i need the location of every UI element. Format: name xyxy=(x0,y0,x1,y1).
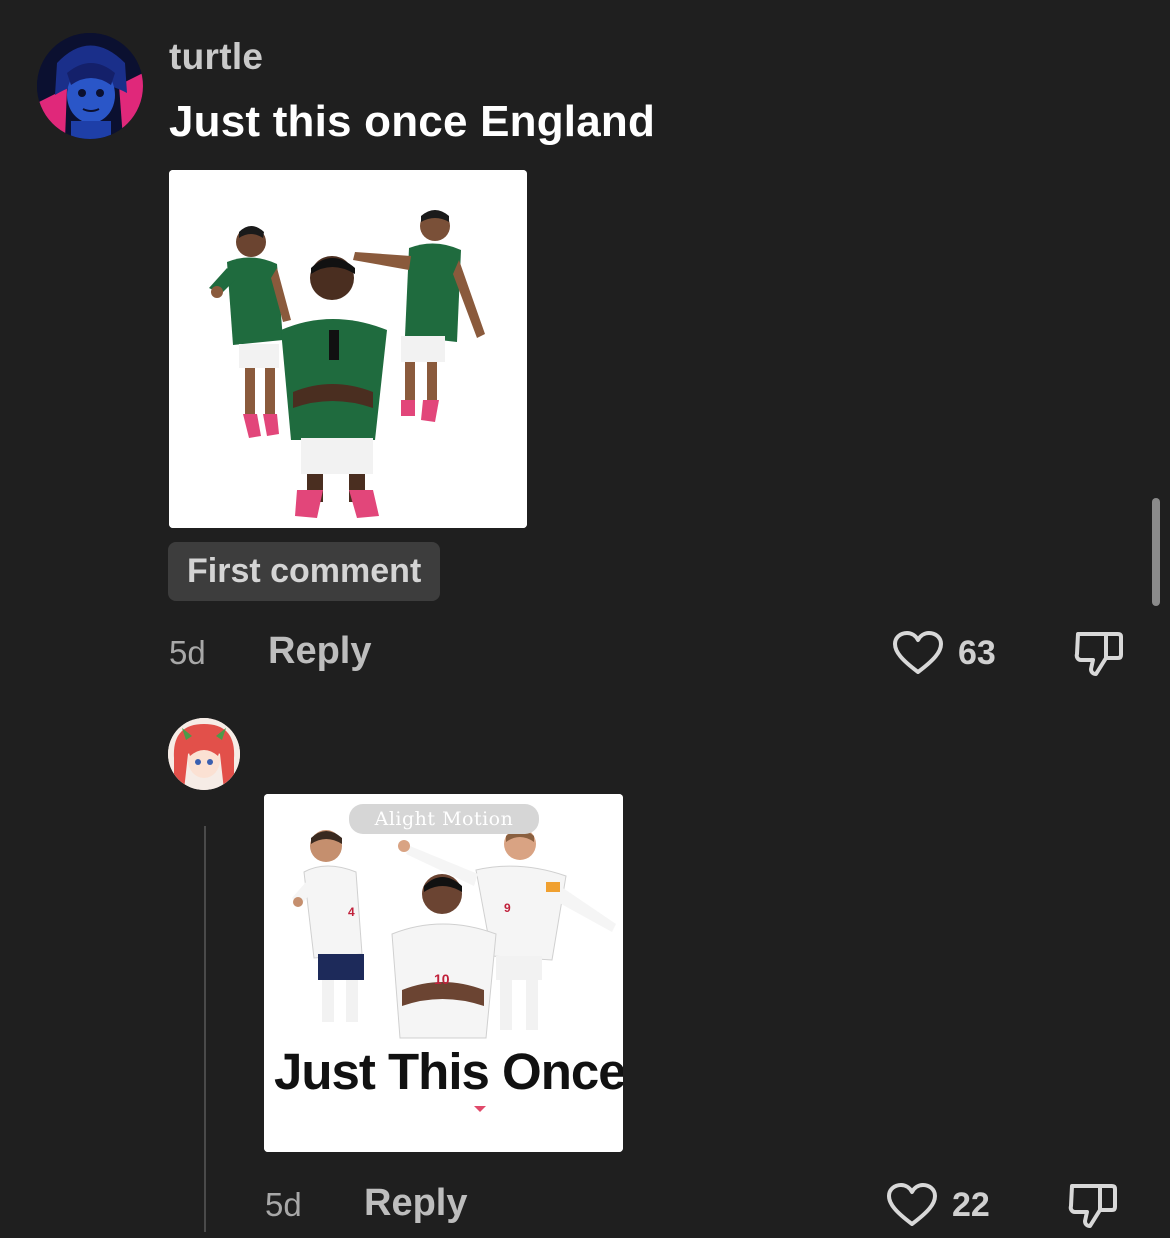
scrollbar[interactable] xyxy=(1152,498,1160,606)
image-caption: Just This Once xyxy=(274,1043,623,1100)
thread-line xyxy=(204,826,206,1232)
svg-text:9: 9 xyxy=(504,901,511,915)
comment-image-england-players[interactable]: 4 9 10 Alight Motion Just This Once xyxy=(264,794,623,1152)
svg-text:4: 4 xyxy=(348,905,355,919)
like-count: 22 xyxy=(952,1186,990,1224)
user-avatar[interactable] xyxy=(37,33,143,139)
alight-motion-watermark: Alight Motion xyxy=(349,804,539,834)
comment-username[interactable]: turtle xyxy=(169,36,263,78)
reply-button[interactable]: Reply xyxy=(364,1182,467,1225)
comment-thread: turtle Just this once England First comm… xyxy=(0,0,1170,1238)
heart-outline-icon[interactable] xyxy=(886,1182,938,1228)
comment-timestamp: 5d xyxy=(169,634,206,671)
thumbs-down-icon[interactable] xyxy=(1072,628,1124,680)
user-avatar[interactable] xyxy=(168,718,240,790)
comment-image-mexico-players[interactable] xyxy=(169,170,527,528)
comment-text: Just this once England xyxy=(169,97,656,146)
svg-text:10: 10 xyxy=(434,971,450,987)
comment-timestamp: 5d xyxy=(265,1186,302,1223)
like-count: 63 xyxy=(958,634,996,672)
first-comment-badge: First comment xyxy=(168,542,441,601)
reply-button[interactable]: Reply xyxy=(268,630,371,673)
heart-outline-icon[interactable] xyxy=(892,630,944,676)
thumbs-down-icon[interactable] xyxy=(1066,1180,1118,1232)
